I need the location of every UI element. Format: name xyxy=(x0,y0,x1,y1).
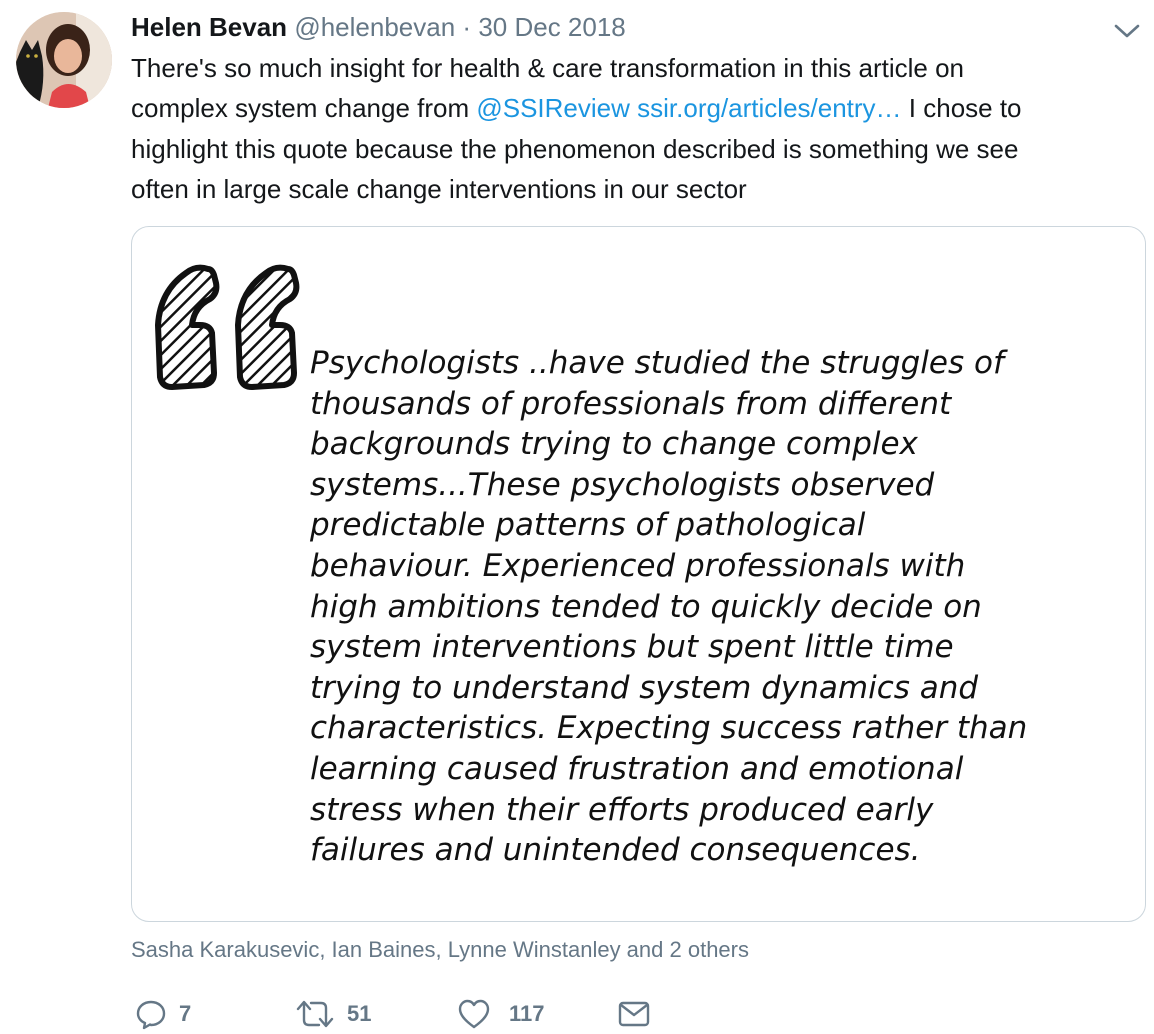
quote-marks-icon xyxy=(155,264,300,390)
header-separator: · xyxy=(462,12,472,42)
like-button[interactable]: 117 xyxy=(457,994,545,1034)
tweet-date[interactable]: 30 Dec 2018 xyxy=(478,12,625,42)
quote-line: high ambitions tended to quickly decide … xyxy=(310,588,982,625)
retweet-icon xyxy=(296,1000,334,1028)
author-handle[interactable]: @helenbevan xyxy=(294,12,455,42)
quote-line: Psychologists ..have studied the struggl… xyxy=(310,345,1004,381)
reply-count: 7 xyxy=(179,1001,192,1026)
tweet-text-segment: I chose to xyxy=(901,93,1022,124)
tweet-image-card[interactable]: Psychologists ..have studied the struggl… xyxy=(131,226,1146,922)
quote-line: systems...These psychologists observed xyxy=(310,466,935,503)
avatar[interactable] xyxy=(16,12,112,108)
tagged-people[interactable]: Sasha Karakusevic, Ian Baines, Lynne Win… xyxy=(131,934,749,966)
quote-line: behaviour. Experienced professionals wit… xyxy=(310,547,966,584)
avatar-photo xyxy=(16,12,112,108)
reply-icon xyxy=(136,1000,166,1030)
quote-line: stress when their efforts produced early xyxy=(310,791,934,828)
quote-line: predictable patterns of pathological xyxy=(310,507,866,544)
tweet-text-line: highlight this quote because the phenome… xyxy=(131,129,1131,169)
quote-line: trying to understand system dynamics and xyxy=(310,669,979,706)
tweet-text-segment: There's so much insight for health & car… xyxy=(131,53,965,83)
quote-line: characteristics. Expecting success rathe… xyxy=(310,710,1028,747)
action-bar: 7 51 117 xyxy=(131,994,691,1034)
author-name[interactable]: Helen Bevan xyxy=(131,12,287,42)
tweet-text-line: complex system change from @SSIReview ss… xyxy=(131,88,1131,128)
tweet-text-segment: complex system change from xyxy=(131,93,477,124)
retweet-button[interactable]: 51 xyxy=(295,994,371,1034)
direct-message-icon xyxy=(618,1001,650,1027)
quote-line: learning caused frustration and emotiona… xyxy=(310,750,964,787)
tweet-text-segment: often in large scale change intervention… xyxy=(131,173,747,204)
url-link[interactable]: ssir.org/articles/entry… xyxy=(637,93,901,123)
reply-button[interactable]: 7 xyxy=(135,994,191,1034)
quote-line: thousands of professionals from differen… xyxy=(310,385,952,422)
quote-line: backgrounds trying to change complex xyxy=(310,426,918,463)
quote-text: Psychologists ..have studied the struggl… xyxy=(310,343,1130,871)
tweet-header: Helen Bevan @helenbevan · 30 Dec 2018 xyxy=(131,10,626,44)
retweet-count: 51 xyxy=(347,1001,372,1026)
tweet-text-line: There's so much insight for health & car… xyxy=(131,48,1131,88)
mention-link[interactable]: @SSIReview xyxy=(476,93,630,123)
tweet-text-line: often in large scale change intervention… xyxy=(131,169,1131,209)
caret-down-icon[interactable] xyxy=(1112,18,1142,44)
direct-message-button[interactable] xyxy=(617,994,651,1034)
like-count: 117 xyxy=(509,1001,545,1026)
quote-line: failures and unintended consequences. xyxy=(310,832,921,869)
quote-line: system interventions but spent little ti… xyxy=(310,629,954,666)
tweet-text: There's so much insight for health & car… xyxy=(131,48,1131,209)
tweet-text-segment: highlight this quote because the phenome… xyxy=(131,133,1019,164)
like-icon xyxy=(458,999,490,1029)
